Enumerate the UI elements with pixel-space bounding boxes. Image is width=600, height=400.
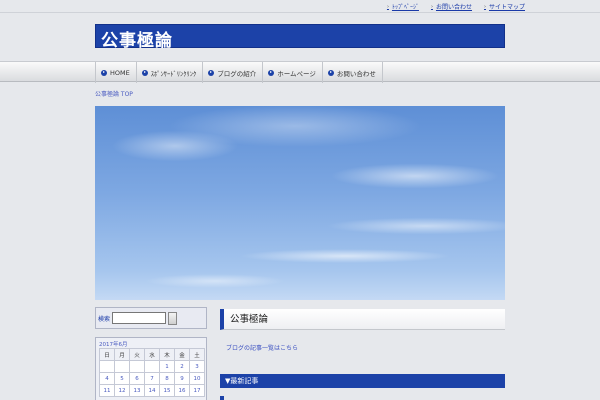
calendar-day[interactable]: 8 <box>159 372 175 385</box>
bullet-icon <box>101 69 107 76</box>
latest-articles-header: ▼最新記事 <box>220 374 505 388</box>
article-list-link[interactable]: ブログの記事一覧はこちら <box>226 343 505 352</box>
calendar-day[interactable]: 6 <box>129 372 145 385</box>
calendar-day[interactable]: 11 <box>99 384 115 397</box>
arrow-icon: › <box>386 3 389 10</box>
nav-item-blog[interactable]: ブログの紹介 <box>202 62 262 83</box>
calendar-day <box>144 360 160 373</box>
weekday: 月 <box>114 348 130 361</box>
article-marker <box>220 396 224 400</box>
calendar-day[interactable]: 9 <box>174 372 190 385</box>
arrow-icon: › <box>483 3 486 10</box>
top-links: › ﾄｯﾌﾟﾍﾟｰｼﾞ › お問い合わせ › サイトマップ <box>386 2 525 12</box>
weekday: 金 <box>174 348 190 361</box>
calendar-day[interactable]: 12 <box>114 384 130 397</box>
calendar-day[interactable]: 16 <box>174 384 190 397</box>
calendar-table: 日 月 火 水 木 金 土 1 2 3 4 5 6 7 8 9 10 11 12… <box>99 348 205 397</box>
bullet-icon <box>268 69 275 76</box>
calendar-day[interactable]: 2 <box>174 360 190 373</box>
bullet-icon <box>327 69 334 76</box>
weekday: 火 <box>129 348 145 361</box>
calendar-day[interactable]: 15 <box>159 384 175 397</box>
calendar-day[interactable]: 5 <box>114 372 130 385</box>
calendar-day[interactable]: 17 <box>189 384 205 397</box>
top-link-home[interactable]: › ﾄｯﾌﾟﾍﾟｰｼﾞ <box>386 2 419 12</box>
weekday: 土 <box>189 348 205 361</box>
calendar-title: 2017年6月 <box>99 342 128 348</box>
top-link-sitemap[interactable]: › サイトマップ <box>483 2 525 12</box>
calendar-day[interactable]: 10 <box>189 372 205 385</box>
calendar-day <box>99 360 115 373</box>
calendar-day[interactable]: 1 <box>159 360 175 373</box>
breadcrumb[interactable]: 公事極論 TOP <box>95 89 133 98</box>
nav-item-contact[interactable]: お問い合わせ <box>321 62 383 83</box>
calendar-day[interactable]: 13 <box>129 384 145 397</box>
nav-item-homepage[interactable]: ホームページ <box>262 62 322 83</box>
search-button[interactable] <box>168 311 178 325</box>
site-title: 公事極論 <box>101 31 173 51</box>
arrow-icon: › <box>430 3 433 10</box>
search-label: 検索 <box>98 315 111 323</box>
nav-item-home[interactable]: HOME <box>95 62 136 83</box>
bullet-icon <box>208 69 215 76</box>
nav-item-sponsored[interactable]: ｽﾎﾟﾝｻｰﾄﾞﾘﾝｸﾘﾝｸ <box>135 62 203 83</box>
main-content: 公事極論 ブログの記事一覧はこちら <box>220 309 505 352</box>
weekday: 日 <box>99 348 115 361</box>
calendar-day <box>114 360 130 373</box>
calendar-day[interactable]: 14 <box>144 384 160 397</box>
main-nav: HOME ｽﾎﾟﾝｻｰﾄﾞﾘﾝｸﾘﾝｸ ブログの紹介 ホームページ お問い合わせ <box>0 61 600 83</box>
bullet-icon <box>141 69 148 76</box>
page-title: 公事極論 <box>220 309 505 330</box>
calendar-day[interactable]: 4 <box>99 372 115 385</box>
site-logo[interactable]: 公事極論 <box>95 24 505 51</box>
calendar-day <box>129 360 145 373</box>
search-input[interactable] <box>112 312 167 324</box>
search-box: 検索 <box>95 307 207 329</box>
weekday: 木 <box>159 348 175 361</box>
top-link-contact[interactable]: › お問い合わせ <box>430 2 472 12</box>
weekday: 水 <box>144 348 160 361</box>
hero-sky-image <box>95 106 505 300</box>
calendar-day[interactable]: 3 <box>189 360 205 373</box>
calendar: 2017年6月 日 月 火 水 木 金 土 1 2 3 4 5 6 7 8 9 … <box>95 337 207 400</box>
calendar-day[interactable]: 7 <box>144 372 160 385</box>
